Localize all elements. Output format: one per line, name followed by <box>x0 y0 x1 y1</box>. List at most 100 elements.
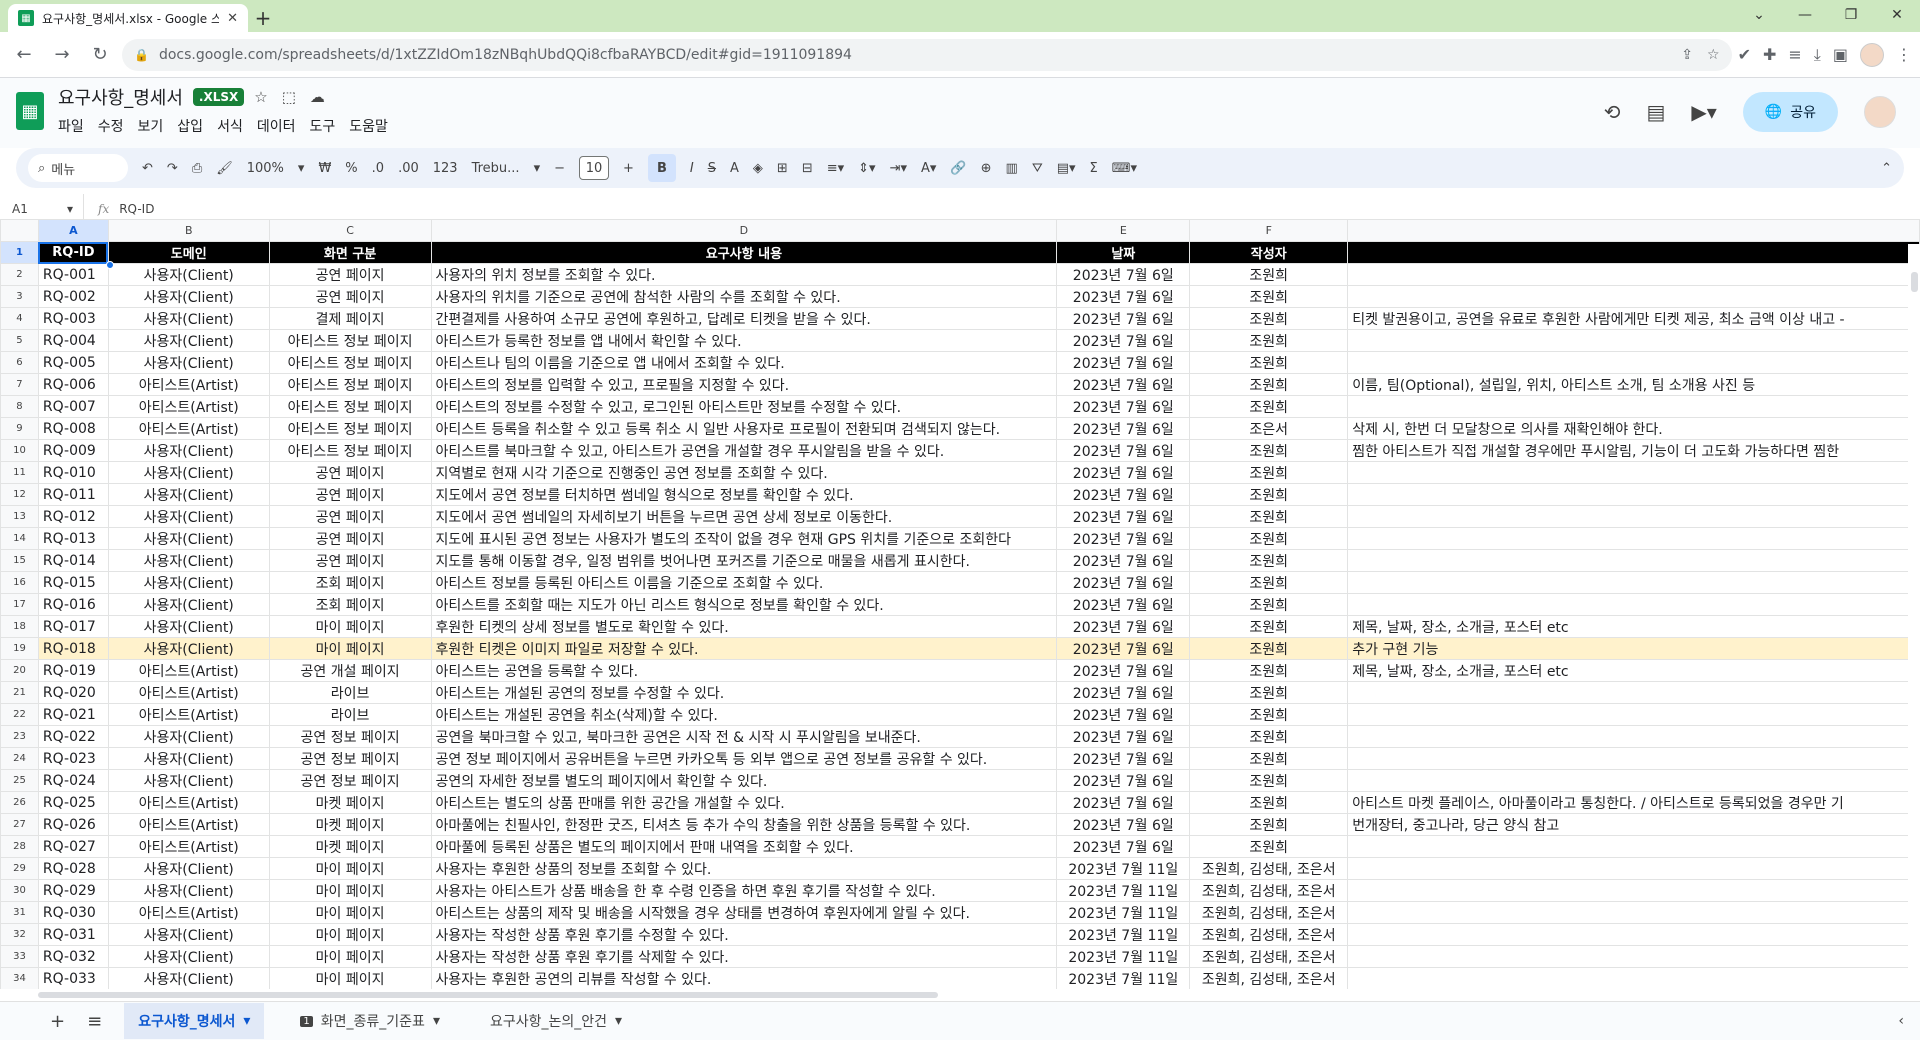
cell[interactable]: 사용자(Client) <box>107 329 270 352</box>
move-folder-icon[interactable]: ⬚ <box>282 88 296 106</box>
cell[interactable]: 지역별로 현재 시각 기준으로 진행중인 공연 정보를 조회할 수 있다. <box>430 461 1058 484</box>
profile-avatar[interactable] <box>1860 42 1884 67</box>
cell[interactable]: 2023년 7월 6일 <box>1056 791 1191 814</box>
cell[interactable]: 2023년 7월 6일 <box>1056 505 1191 528</box>
cell[interactable]: 라이브 <box>268 681 432 704</box>
cell[interactable]: 사용자는 후원한 상품의 정보를 조회할 수 있다. <box>430 857 1058 880</box>
cell[interactable]: RQ-023 <box>37 747 109 770</box>
new-tab-button[interactable]: + <box>248 4 278 32</box>
cell[interactable]: 조원희, 김성태, 조은서 <box>1189 857 1349 880</box>
cell[interactable]: 아마풀에는 친필사인, 한정판 굿즈, 티셔츠 등 추가 수익 창출을 위한 상… <box>430 813 1058 836</box>
selection-fill-handle[interactable] <box>106 261 114 269</box>
sheets-logo-icon[interactable]: ▦ <box>16 92 44 130</box>
row-number[interactable]: 8 <box>0 395 39 418</box>
cell[interactable]: 아티스트가 등록한 정보를 앱 내에서 확인할 수 있다. <box>430 329 1058 352</box>
row-number[interactable]: 15 <box>0 549 39 572</box>
comments-icon[interactable]: ▤ <box>1646 100 1665 124</box>
cell[interactable]: 아티스트 정보 페이지 <box>268 373 432 396</box>
cell[interactable]: 공연 개설 페이지 <box>268 659 432 682</box>
cell[interactable]: 2023년 7월 6일 <box>1056 263 1191 286</box>
cell[interactable]: 사용자의 위치를 기준으로 공연에 참석한 사람의 수를 조회할 수 있다. <box>430 285 1058 308</box>
currency-format-button[interactable]: ₩ <box>318 161 331 176</box>
row-number[interactable]: 2 <box>0 263 39 286</box>
cell[interactable]: 2023년 7월 6일 <box>1056 703 1191 726</box>
bookmark-star-icon[interactable]: ☆ <box>1707 47 1720 63</box>
cell[interactable]: 아티스트는 개설된 공연의 정보를 수정할 수 있다. <box>430 681 1058 704</box>
row-number[interactable]: 28 <box>0 835 39 858</box>
column-header[interactable]: D <box>430 219 1058 242</box>
cell[interactable] <box>1347 725 1920 748</box>
cell[interactable]: 사용자는 후원한 공연의 리뷰를 작성할 수 있다. <box>430 967 1058 989</box>
sheet-tab[interactable]: 1 화면_종류_기준표 ▾ <box>286 1003 454 1039</box>
cell[interactable]: 요구사항 내용 <box>430 241 1058 264</box>
cell[interactable]: 제목, 날짜, 장소, 소개글, 포스터 etc <box>1347 659 1920 682</box>
url-bar[interactable]: 🔒 docs.google.com/spreadsheets/d/1xtZZId… <box>122 38 1732 71</box>
cell[interactable]: 공연 페이지 <box>268 285 432 308</box>
row-number[interactable]: 11 <box>0 461 39 484</box>
row-number[interactable]: 21 <box>0 681 39 704</box>
cell[interactable]: 아티스트 정보 페이지 <box>268 417 432 440</box>
insert-chart-icon[interactable]: ▥ <box>1006 161 1018 176</box>
menu-edit[interactable]: 수정 <box>98 116 124 136</box>
cell[interactable]: 사용자(Client) <box>107 505 270 528</box>
cell[interactable]: 조원희 <box>1189 285 1349 308</box>
cell[interactable]: 아마풀에 등록된 상품은 별도의 페이지에서 판매 내역을 조회할 수 있다. <box>430 835 1058 858</box>
cell[interactable]: 사용자(Client) <box>107 285 270 308</box>
cell[interactable]: 아티스트의 정보를 입력할 수 있고, 프로필을 지정할 수 있다. <box>430 373 1058 396</box>
row-number[interactable]: 17 <box>0 593 39 616</box>
doc-title[interactable]: 요구사항_명세서 <box>58 84 183 110</box>
menu-data[interactable]: 데이터 <box>257 116 296 136</box>
cell[interactable]: 마이 페이지 <box>268 945 432 968</box>
cell[interactable]: RQ-006 <box>37 373 109 396</box>
cell[interactable]: RQ-018 <box>37 637 109 660</box>
cell[interactable]: 2023년 7월 11일 <box>1056 967 1191 989</box>
row-number[interactable]: 31 <box>0 901 39 924</box>
cell[interactable]: 사용자는 아티스트가 상품 배송을 한 후 수령 인증을 하면 후원 후기를 작… <box>430 879 1058 902</box>
row-number[interactable]: 34 <box>0 967 39 989</box>
cell[interactable] <box>1347 285 1920 308</box>
cell[interactable]: 티켓 발권용이고, 공연을 유료로 후원한 사람에게만 티켓 제공, 최소 금액… <box>1347 307 1920 330</box>
cell[interactable]: RQ-007 <box>37 395 109 418</box>
cell[interactable]: 공연 정보 페이지에서 공유버튼을 누르면 카카오톡 등 외부 앱으로 공연 정… <box>430 747 1058 770</box>
cell[interactable]: RQ-013 <box>37 527 109 550</box>
cell[interactable] <box>1347 461 1920 484</box>
cell[interactable]: 조원희 <box>1189 263 1349 286</box>
cell[interactable]: 조원희 <box>1189 637 1349 660</box>
row-number[interactable]: 18 <box>0 615 39 638</box>
number-format-button[interactable]: 123 <box>433 161 458 176</box>
percent-format-button[interactable]: % <box>345 161 357 176</box>
cell[interactable]: 사용자(Client) <box>107 945 270 968</box>
font-size-input[interactable]: 10 <box>579 156 609 180</box>
cell[interactable] <box>1347 241 1920 264</box>
row-number[interactable]: 12 <box>0 483 39 506</box>
cell[interactable]: 이름, 팀(Optional), 설립일, 위치, 아티스트 소개, 팀 소개용… <box>1347 373 1920 396</box>
insert-comment-icon[interactable]: ⊕ <box>981 161 992 176</box>
row-number[interactable]: 24 <box>0 747 39 770</box>
cell[interactable] <box>1347 923 1920 946</box>
cell[interactable]: 2023년 7월 6일 <box>1056 637 1191 660</box>
cell[interactable]: 조원희 <box>1189 835 1349 858</box>
cell[interactable]: RQ-019 <box>37 659 109 682</box>
restore-button[interactable]: ❐ <box>1828 0 1874 30</box>
align-horizontal-icon[interactable]: ≡▾ <box>827 161 844 176</box>
cell[interactable]: 아티스트(Artist) <box>107 681 270 704</box>
column-header[interactable]: B <box>107 219 270 242</box>
cell[interactable] <box>1347 505 1920 528</box>
cell[interactable] <box>1347 527 1920 550</box>
cell[interactable]: RQ-010 <box>37 461 109 484</box>
print-icon[interactable]: ⎙ <box>192 161 202 176</box>
cell[interactable]: 2023년 7월 11일 <box>1056 923 1191 946</box>
cell[interactable]: 화면 구분 <box>268 241 432 264</box>
cell[interactable]: 아티스트(Artist) <box>107 813 270 836</box>
horizontal-scrollbar[interactable] <box>38 989 1920 1001</box>
cell[interactable] <box>1347 681 1920 704</box>
account-avatar[interactable] <box>1864 96 1896 128</box>
font-size-increase-icon[interactable]: + <box>623 161 634 176</box>
cell[interactable]: 조원희 <box>1189 593 1349 616</box>
cell[interactable]: 날짜 <box>1056 241 1191 264</box>
cell[interactable]: RQ-027 <box>37 835 109 858</box>
forward-icon[interactable]: → <box>46 39 78 71</box>
row-number[interactable]: 23 <box>0 725 39 748</box>
sheet-tab-caret-icon[interactable]: ▾ <box>433 1013 440 1029</box>
menu-format[interactable]: 서식 <box>217 116 243 136</box>
